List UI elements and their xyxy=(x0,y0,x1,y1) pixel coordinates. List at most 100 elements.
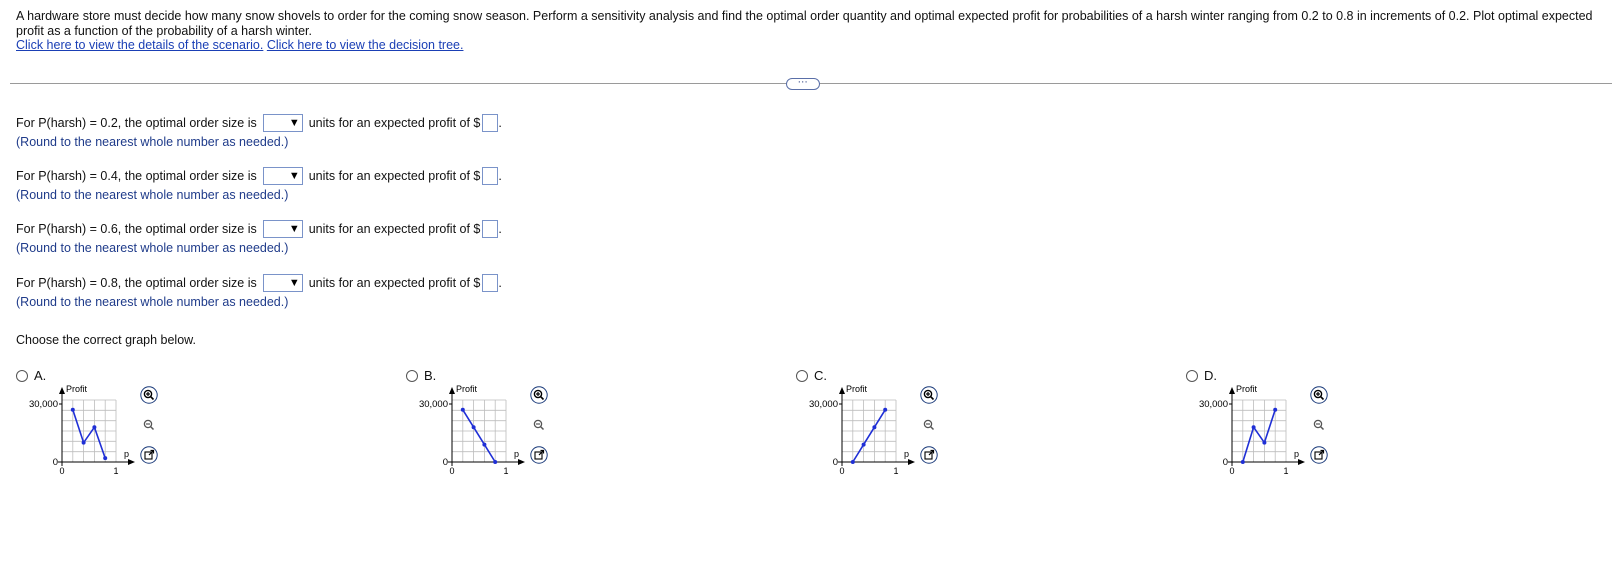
x-axis-arrow xyxy=(128,459,135,465)
decision-tree-link[interactable]: Click here to view the decision tree. xyxy=(267,38,464,52)
rounding-hint: (Round to the nearest whole number as ne… xyxy=(16,188,289,202)
data-point xyxy=(861,442,866,447)
graph-a-tools xyxy=(140,386,158,476)
option-d-radio[interactable] xyxy=(1186,369,1198,382)
data-point xyxy=(1262,440,1267,445)
order-size-dropdown[interactable]: ▼ xyxy=(262,220,303,238)
y-tick-label: 0 xyxy=(833,457,838,468)
y-tick-label: 30,000 xyxy=(809,399,838,410)
question-middle: units for an expected profit of $ xyxy=(308,116,481,130)
data-point xyxy=(872,425,877,430)
dropdown-arrow-icon: ▼ xyxy=(288,170,300,182)
data-point xyxy=(70,407,75,412)
zoom-out-icon[interactable] xyxy=(530,416,548,434)
expected-profit-input[interactable] xyxy=(482,220,499,238)
zoom-in-icon[interactable] xyxy=(920,386,938,404)
dropdown-arrow-icon: ▼ xyxy=(288,117,300,129)
popout-icon[interactable] xyxy=(530,446,548,464)
zoom-in-icon[interactable] xyxy=(530,386,548,404)
option-c-radio[interactable] xyxy=(796,369,808,382)
graph-c: 30,000 00 1 Profit p xyxy=(809,384,915,476)
problem-text: A hardware store must decide how many sn… xyxy=(16,9,1593,38)
series-line xyxy=(72,409,106,459)
scenario-details-link[interactable]: Click here to view the details of the sc… xyxy=(16,38,263,52)
y-tick-label: 30,000 xyxy=(419,399,448,410)
order-size-dropdown[interactable]: ▼ xyxy=(262,274,303,292)
x-tick-label: 1 xyxy=(1283,466,1288,476)
option-b: B. 30,000 0 0 1 Profit p xyxy=(406,368,566,498)
question-row-3: For P(harsh) = 0.6, the optimal order si… xyxy=(16,218,502,255)
expected-profit-input[interactable] xyxy=(482,167,499,185)
question-middle: units for an expected profit of $ xyxy=(308,169,481,183)
x-tick-label: 0 xyxy=(839,466,844,476)
data-point xyxy=(482,442,487,447)
zoom-out-icon[interactable] xyxy=(140,416,158,434)
option-c: C. 30,000 0 0 1 Profit p xyxy=(796,368,956,498)
graph-b: 30,000 00 1 Profit p xyxy=(419,384,525,476)
dropdown-arrow-icon: ▼ xyxy=(288,223,300,235)
graph-b-tools xyxy=(530,386,548,476)
question-prefix: For P(harsh) = 0.6, the optimal order si… xyxy=(16,222,257,236)
option-label: C. xyxy=(814,368,827,383)
dropdown-arrow-icon: ▼ xyxy=(288,277,300,289)
y-axis-title: Profit xyxy=(456,384,478,394)
period: . xyxy=(498,169,502,183)
x-tick-label: 1 xyxy=(113,466,118,476)
graph-d-tools xyxy=(1310,386,1328,476)
period: . xyxy=(498,116,502,130)
x-tick-label: 0 xyxy=(449,466,454,476)
y-axis-arrow xyxy=(1229,387,1235,394)
y-tick-label: 0 xyxy=(53,457,58,468)
rounding-hint: (Round to the nearest whole number as ne… xyxy=(16,295,289,309)
option-b-radio[interactable] xyxy=(406,369,418,382)
question-prefix: For P(harsh) = 0.4, the optimal order si… xyxy=(16,169,257,183)
x-tick-label: 1 xyxy=(893,466,898,476)
option-a: A. 30,000 0 0 1 Profit p xyxy=(16,368,176,498)
y-axis-title: Profit xyxy=(66,384,88,394)
data-point xyxy=(460,407,465,412)
order-size-dropdown[interactable]: ▼ xyxy=(262,167,303,185)
x-tick-label: 0 xyxy=(1229,466,1234,476)
x-axis-arrow xyxy=(1298,459,1305,465)
popout-icon[interactable] xyxy=(1310,446,1328,464)
graph-a: 30,000 00 1 Profit p xyxy=(29,384,135,476)
expected-profit-input[interactable] xyxy=(482,114,499,132)
x-tick-label: 0 xyxy=(59,466,64,476)
more-button[interactable]: ⋯ xyxy=(786,78,820,90)
choose-graph-prompt: Choose the correct graph below. xyxy=(16,333,196,347)
series-line xyxy=(852,409,886,463)
graph-d: 30,000 00 1 Profit p xyxy=(1199,384,1305,476)
popout-icon[interactable] xyxy=(140,446,158,464)
data-point xyxy=(850,460,855,464)
option-d: D. 30,000 0 0 1 Profit p xyxy=(1186,368,1346,498)
expected-profit-input[interactable] xyxy=(482,274,499,292)
y-axis-arrow xyxy=(839,387,845,394)
order-size-dropdown[interactable]: ▼ xyxy=(262,114,303,132)
data-point xyxy=(81,440,86,445)
data-point xyxy=(471,425,476,430)
series-line xyxy=(462,409,496,463)
option-label: A. xyxy=(34,368,47,383)
zoom-out-icon[interactable] xyxy=(920,416,938,434)
y-axis-arrow xyxy=(59,387,65,394)
y-tick-label: 0 xyxy=(443,457,448,468)
y-tick-label: 30,000 xyxy=(1199,399,1228,410)
option-a-radio[interactable] xyxy=(16,369,28,382)
question-row-4: For P(harsh) = 0.8, the optimal order si… xyxy=(16,272,502,309)
data-point xyxy=(1240,460,1245,464)
y-axis-title: Profit xyxy=(1236,384,1258,394)
rounding-hint: (Round to the nearest whole number as ne… xyxy=(16,241,289,255)
x-axis-arrow xyxy=(908,459,915,465)
zoom-in-icon[interactable] xyxy=(140,386,158,404)
zoom-in-icon[interactable] xyxy=(1310,386,1328,404)
x-axis-title: p xyxy=(904,449,909,459)
zoom-out-icon[interactable] xyxy=(1310,416,1328,434)
popout-icon[interactable] xyxy=(920,446,938,464)
data-point xyxy=(1273,407,1278,412)
y-axis-arrow xyxy=(449,387,455,394)
question-row-1: For P(harsh) = 0.2, the optimal order si… xyxy=(16,112,502,149)
y-tick-label: 0 xyxy=(1223,457,1228,468)
data-point xyxy=(1251,425,1256,430)
question-middle: units for an expected profit of $ xyxy=(308,276,481,290)
option-label: B. xyxy=(424,368,437,383)
